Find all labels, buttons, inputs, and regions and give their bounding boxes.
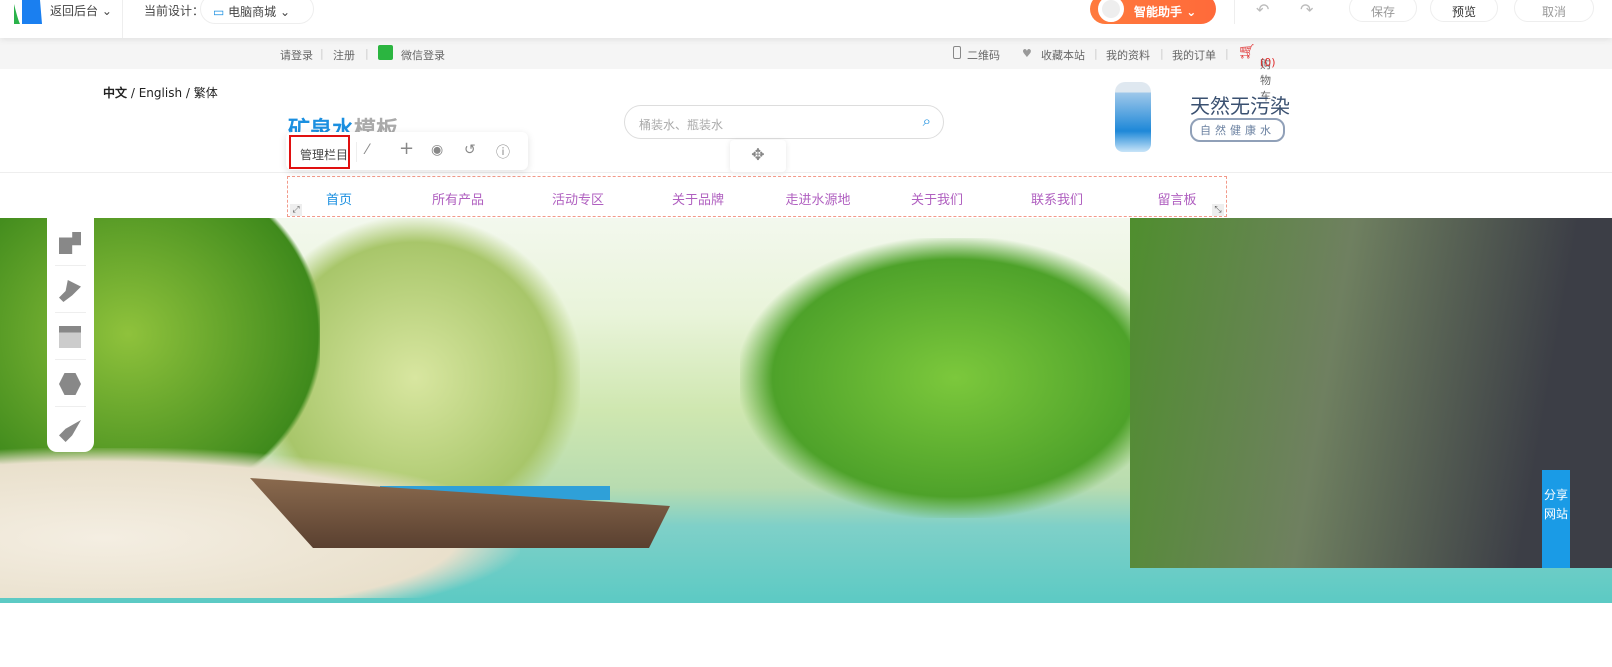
components-icon[interactable]	[59, 232, 81, 254]
nav-item-promotions[interactable]: 活动专区	[552, 189, 604, 208]
search-input[interactable]: 桶装水、瓶装水 ⌕	[624, 105, 944, 139]
heart-icon: ♥	[1022, 47, 1032, 60]
separator: |	[320, 47, 324, 60]
divider	[1234, 0, 1235, 24]
login-link[interactable]: 请登录	[280, 47, 313, 63]
nav-item-contact[interactable]: 联系我们	[1031, 189, 1083, 208]
separator: |	[1160, 47, 1164, 60]
separator: |	[1094, 47, 1098, 60]
preview-button[interactable]: 预览	[1430, 0, 1498, 22]
separator: /	[130, 86, 135, 100]
foliage	[740, 238, 1170, 518]
cart-icon: 🛒︎	[1238, 44, 1256, 60]
design-value: 电脑商城	[228, 5, 277, 19]
site-logo-text[interactable]: 矿泉水模板	[288, 112, 398, 134]
logo-icon[interactable]	[10, 0, 42, 24]
resize-handle-icon[interactable]: ⤢	[290, 204, 302, 216]
assistant-label: 智能助手	[1134, 5, 1183, 19]
register-link[interactable]: 注册	[333, 47, 355, 63]
chevron-down-icon: ⌄	[280, 5, 291, 19]
nav-item-source[interactable]: 走进水源地	[785, 189, 850, 208]
divider	[55, 359, 86, 360]
editor-topbar: 返回后台 ⌄ 当前设计： ▭ 电脑商城 ⌄ 智能助手 ⌄ ↶ ↷ 保存 预览 取…	[0, 0, 1612, 38]
separator: |	[365, 47, 369, 60]
search-icon[interactable]: ⌕	[923, 112, 931, 130]
plus-icon[interactable]: +	[399, 138, 414, 159]
qrcode-link[interactable]: 二维码	[967, 47, 1000, 63]
promo-title: 天然无污染	[1190, 94, 1290, 118]
layout-icon[interactable]	[59, 326, 81, 348]
reset-icon[interactable]: ↺	[464, 142, 476, 158]
column-toolbar: 管理栏目 ⁄ + ◉ ↺ ⓘ	[286, 132, 528, 170]
cart-count: (0)	[1260, 56, 1276, 69]
share-site-button[interactable]: 分享网站	[1542, 470, 1570, 568]
search-placeholder: 桶装水、瓶装水	[639, 118, 724, 132]
water-bottle-image	[1115, 82, 1151, 152]
cliff	[1130, 218, 1612, 568]
language-switcher: 中文 / English / 繁体	[103, 84, 218, 101]
promo-subtitle: 自然健康水	[1190, 118, 1285, 142]
back-label: 返回后台	[50, 4, 99, 18]
monitor-icon: ▭	[213, 5, 225, 19]
move-handle-icon[interactable]: ✥	[730, 140, 786, 172]
wechat-icon	[378, 45, 393, 60]
chevron-down-icon: ⌄	[1186, 5, 1197, 19]
divider	[122, 0, 123, 38]
paint-brush-icon[interactable]	[59, 280, 81, 302]
nav-item-brand[interactable]: 关于品牌	[672, 189, 724, 208]
cancel-button[interactable]: 取消	[1514, 0, 1594, 22]
settings-hex-icon[interactable]	[59, 373, 81, 395]
editor-sidebar	[47, 218, 94, 452]
redo-icon[interactable]: ↷	[1300, 0, 1313, 19]
manage-columns-button[interactable]: 管理栏目	[289, 135, 350, 169]
nav-item-products[interactable]: 所有产品	[432, 189, 484, 208]
site-top-bar: 请登录 | 注册 | 微信登录 二维码 ♥ 收藏本站 | 我的资料 | 我的订单…	[0, 38, 1612, 103]
my-orders-link[interactable]: 我的订单	[1172, 47, 1216, 63]
nav-item-home[interactable]: 首页	[326, 189, 352, 208]
separator: /	[185, 86, 190, 100]
divider	[0, 172, 1612, 173]
rocket-icon[interactable]	[59, 420, 81, 442]
robot-icon	[1098, 0, 1124, 22]
phone-icon	[953, 46, 961, 59]
divider	[55, 406, 86, 407]
hero-banner-image	[0, 218, 1612, 603]
lang-english[interactable]: English	[139, 86, 182, 100]
chevron-down-icon: ⌄	[101, 4, 112, 18]
nav-item-about[interactable]: 关于我们	[911, 189, 963, 208]
help-icon[interactable]: ⓘ	[496, 142, 510, 162]
main-nav: 首页 所有产品 活动专区 关于品牌 走进水源地 关于我们 联系我们 留言板 ⤢ …	[287, 176, 1227, 217]
back-to-admin-button[interactable]: 返回后台 ⌄	[50, 2, 112, 19]
resize-handle-icon[interactable]: ⤡	[1212, 204, 1224, 216]
nav-item-guestbook[interactable]: 留言板	[1157, 189, 1196, 208]
eye-icon[interactable]: ◉	[431, 142, 443, 158]
divider	[356, 142, 357, 162]
undo-icon[interactable]: ↶	[1256, 0, 1269, 19]
divider	[55, 265, 86, 266]
divider	[55, 312, 86, 313]
my-profile-link[interactable]: 我的资料	[1106, 47, 1150, 63]
favorite-link[interactable]: 收藏本站	[1041, 47, 1085, 63]
design-select[interactable]: ▭ 电脑商城 ⌄	[200, 0, 314, 24]
lang-traditional[interactable]: 繁体	[194, 86, 218, 100]
separator: |	[1225, 47, 1229, 60]
current-design-label: 当前设计：	[144, 4, 205, 18]
wechat-login-link[interactable]: 微信登录	[401, 47, 445, 63]
save-button[interactable]: 保存	[1349, 0, 1417, 22]
assistant-button[interactable]: 智能助手 ⌄	[1090, 0, 1216, 24]
lang-chinese[interactable]: 中文	[103, 86, 127, 100]
magic-wand-icon[interactable]: ⁄	[366, 142, 368, 158]
